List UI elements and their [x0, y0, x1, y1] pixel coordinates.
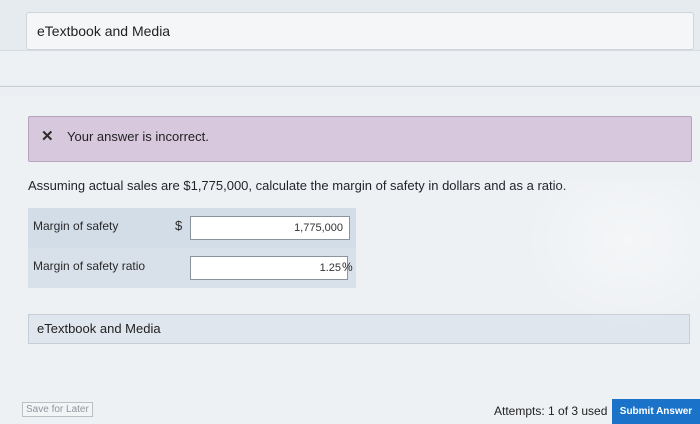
incorrect-feedback-banner: ✕ Your answer is incorrect.	[28, 116, 692, 162]
etextbook-media-link-bottom[interactable]: eTextbook and Media	[28, 314, 690, 344]
etextbook-media-content	[0, 50, 700, 85]
margin-of-safety-label: Margin of safety	[33, 219, 119, 233]
close-icon: ✕	[41, 128, 54, 145]
etextbook-media-link-top[interactable]: eTextbook and Media	[26, 12, 694, 50]
margin-of-safety-ratio-label: Margin of safety ratio	[33, 259, 146, 273]
answer-table: Margin of safety $ 1,775,000 Margin of s…	[28, 208, 356, 288]
submit-answer-button[interactable]: Submit Answer	[612, 399, 700, 424]
etextbook-media-label: eTextbook and Media	[37, 23, 171, 39]
feedback-message: Your answer is incorrect.	[67, 129, 209, 144]
etextbook-media-label: eTextbook and Media	[37, 321, 161, 336]
dollar-sign: $	[175, 218, 183, 233]
attempts-counter: Attempts: 1 of 3 used	[494, 404, 608, 418]
answer-row-margin-of-safety-ratio: Margin of safety ratio 1.25 %	[28, 248, 356, 288]
margin-of-safety-input[interactable]: 1,775,000	[190, 216, 350, 240]
answer-row-margin-of-safety: Margin of safety $ 1,775,000	[28, 208, 356, 248]
percent-sign: %	[342, 260, 353, 274]
margin-of-safety-ratio-input[interactable]: 1.25	[190, 256, 348, 280]
question-text: Assuming actual sales are $1,775,000, ca…	[28, 178, 567, 193]
save-for-later-button[interactable]: Save for Later	[22, 402, 93, 417]
